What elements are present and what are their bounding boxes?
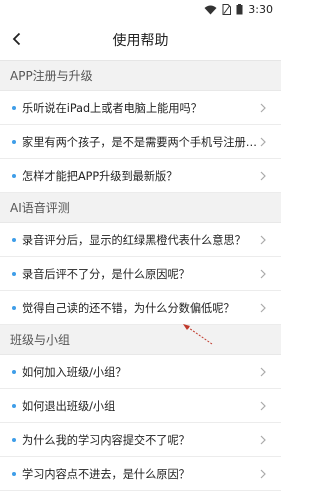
- chevron-right-icon: [260, 303, 266, 312]
- sim-icon: [222, 4, 232, 15]
- bullet-dot: [12, 271, 16, 276]
- back-button[interactable]: [6, 27, 26, 51]
- bullet-dot: [12, 237, 16, 242]
- item-label: 如何加入班级/小组？: [22, 365, 127, 379]
- chevron-right-icon: [260, 103, 266, 112]
- list-item[interactable]: 如何加入班级/小组？: [0, 355, 281, 389]
- list-item[interactable]: 录音评分后，显示的红绿黑橙代表什么意思？: [0, 223, 281, 257]
- item-label: 学习内容点不进去，是什么原因？: [22, 467, 190, 481]
- bullet-dot: [12, 369, 16, 374]
- item-label: 家里有两个孩子，是不是需要两个手机号注册…: [22, 135, 257, 149]
- item-label: 乐听说在iPad上或者电脑上能用吗？: [22, 101, 202, 115]
- list-item[interactable]: 为什么我的学习内容提交不了呢？: [0, 423, 281, 457]
- page-title: 使用帮助: [112, 32, 169, 49]
- list-item[interactable]: 觉得自己读的还不错，为什么分数偏低呢？: [0, 291, 281, 325]
- battery-icon: [236, 4, 243, 15]
- item-label: 录音后评不了分，是什么原因呢？: [22, 267, 190, 281]
- bullet-dot: [12, 471, 16, 476]
- list-item[interactable]: 乐听说在iPad上或者电脑上能用吗？: [0, 91, 281, 125]
- item-label: 为什么我的学习内容提交不了呢？: [22, 433, 190, 447]
- item-label: 如何退出班级/小组: [22, 399, 116, 413]
- status-time: 3:30: [248, 3, 273, 16]
- section-header: AI语音评测: [0, 193, 281, 223]
- bullet-dot: [12, 139, 16, 144]
- list-item[interactable]: 如何退出班级/小组: [0, 389, 281, 423]
- list-item[interactable]: 家里有两个孩子，是不是需要两个手机号注册…: [0, 125, 281, 159]
- section-header: APP注册与升级: [0, 61, 281, 91]
- list-item[interactable]: 学习内容点不进去，是什么原因？: [0, 457, 281, 491]
- chevron-right-icon: [260, 367, 266, 376]
- item-label: 怎样才能把APP升级到最新版？: [22, 169, 178, 183]
- bullet-dot: [12, 437, 16, 442]
- chevron-left-icon: [12, 32, 20, 46]
- header: 使用帮助: [0, 19, 281, 61]
- section-class: 班级与小组 如何加入班级/小组？ 如何退出班级/小组 为什么我的学习内容提交不了…: [0, 325, 281, 491]
- chevron-right-icon: [260, 269, 266, 278]
- item-label: 录音评分后，显示的红绿黑橙代表什么意思？: [22, 233, 246, 247]
- chevron-right-icon: [260, 137, 266, 146]
- chevron-right-icon: [260, 235, 266, 244]
- bullet-dot: [12, 305, 16, 310]
- chevron-right-icon: [260, 469, 266, 478]
- list-item[interactable]: 录音后评不了分，是什么原因呢？: [0, 257, 281, 291]
- bullet-dot: [12, 105, 16, 110]
- bullet-dot: [12, 173, 16, 178]
- chevron-right-icon: [260, 435, 266, 444]
- section-ai: AI语音评测 录音评分后，显示的红绿黑橙代表什么意思？ 录音后评不了分，是什么原…: [0, 193, 281, 325]
- chevron-right-icon: [260, 171, 266, 180]
- status-bar: 3:30: [0, 0, 281, 19]
- list-item[interactable]: 怎样才能把APP升级到最新版？: [0, 159, 281, 193]
- section-app: APP注册与升级 乐听说在iPad上或者电脑上能用吗？ 家里有两个孩子，是不是需…: [0, 61, 281, 193]
- bullet-dot: [12, 403, 16, 408]
- annotation-arrow-icon: [183, 324, 213, 345]
- wifi-icon: [204, 5, 217, 14]
- item-label: 觉得自己读的还不错，为什么分数偏低呢？: [22, 301, 235, 315]
- section-header: 班级与小组: [0, 325, 281, 355]
- chevron-right-icon: [260, 401, 266, 410]
